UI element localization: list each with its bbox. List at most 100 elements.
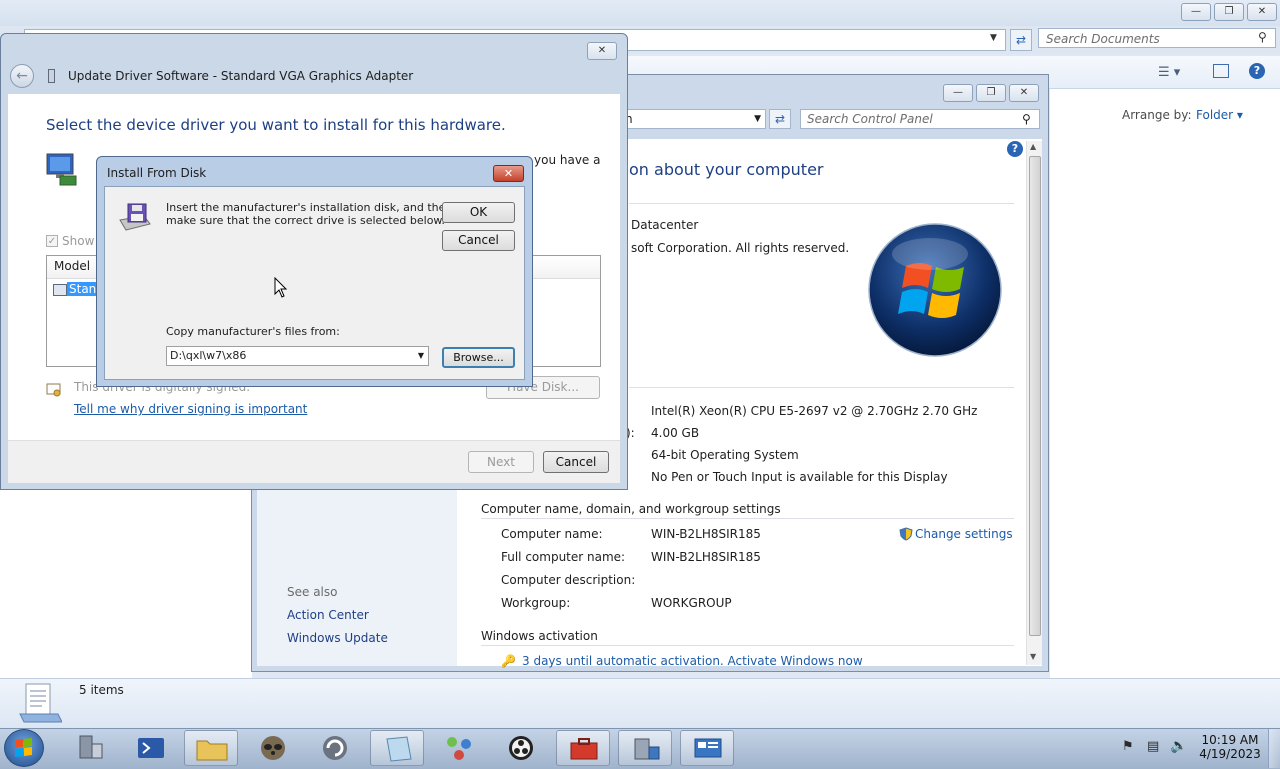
maximize-button[interactable]: ❐	[1214, 3, 1244, 21]
taskbar-system-icon[interactable]	[680, 730, 734, 766]
copy-from-label: Copy manufacturer's files from:	[166, 325, 340, 338]
control-panel-search-icon[interactable]: ⚲	[1022, 112, 1031, 126]
install-message-line1: Insert the manufacturer's installation d…	[166, 201, 453, 214]
computer-description-label: Computer description:	[501, 573, 636, 587]
activate-windows-link[interactable]: 3 days until automatic activation. Activ…	[522, 654, 863, 668]
windows-logo-icon	[868, 222, 1004, 358]
details-bar	[0, 678, 1280, 729]
clock[interactable]: 10:19 AM 4/19/2023	[1198, 733, 1262, 761]
see-also-windows-update[interactable]: Windows Update	[287, 631, 388, 645]
system-close-button[interactable]: ✕	[1009, 84, 1039, 102]
arrange-by-label: Arrange by:	[1122, 108, 1192, 122]
items-count: 5 items	[79, 683, 124, 697]
view-options-icon[interactable]: ☰ ▾	[1158, 65, 1180, 80]
divider	[629, 387, 1014, 388]
system-refresh-icon[interactable]: ⇄	[769, 109, 791, 129]
install-message-line2: make sure that the correct drive is sele…	[166, 214, 445, 227]
volume-icon[interactable]: 🔈	[1170, 738, 1187, 754]
system-maximize-button[interactable]: ❐	[976, 84, 1006, 102]
preview-pane-icon[interactable]	[1213, 64, 1229, 78]
update-driver-title: Update Driver Software - Standard VGA Gr…	[68, 69, 414, 83]
control-panel-search-input[interactable]: Search Control Panel	[800, 109, 1040, 129]
copy-from-dropdown-icon[interactable]: ▼	[418, 347, 424, 365]
search-icon[interactable]: ⚲	[1258, 30, 1267, 44]
full-computer-name-value: WIN-B2LH8SIR185	[651, 550, 761, 564]
minimize-button[interactable]: —	[1181, 3, 1211, 21]
refresh-icon[interactable]: ⇄	[1010, 29, 1032, 51]
arrange-by-dropdown[interactable]: Folder ▾	[1196, 108, 1243, 122]
scrollbar-thumb[interactable]	[1029, 156, 1041, 636]
taskbar-document-icon[interactable]	[370, 730, 424, 766]
model-column-header[interactable]: Model	[54, 259, 90, 273]
computer-name-value: WIN-B2LH8SIR185	[651, 527, 761, 541]
system-help-icon[interactable]: ?	[1007, 141, 1023, 157]
divider	[629, 203, 1014, 204]
workgroup-value: WORKGROUP	[651, 596, 732, 610]
system-address-bar[interactable]: n ▼	[610, 109, 766, 129]
partial-instruction-text: you have a	[534, 153, 601, 167]
computer-name-section-title: Computer name, domain, and workgroup set…	[481, 502, 781, 516]
scroll-up-icon[interactable]: ▲	[1030, 142, 1036, 151]
control-panel-search-placeholder: Search Control Panel	[807, 112, 933, 126]
taskbar-explorer-icon[interactable]	[184, 730, 238, 766]
activation-section-title: Windows activation	[481, 629, 598, 643]
system-scrollbar[interactable]: ▲ ▼	[1026, 141, 1042, 665]
arrange-by-value: Folder	[1196, 108, 1234, 122]
full-computer-name-label: Full computer name:	[501, 550, 626, 564]
scroll-down-icon[interactable]: ▼	[1030, 652, 1036, 661]
back-arrow-icon[interactable]: ←	[10, 64, 34, 88]
clock-time: 10:19 AM	[1201, 733, 1259, 747]
copyright-text: soft Corporation. All rights reserved.	[631, 241, 850, 255]
install-cancel-button[interactable]: Cancel	[442, 230, 515, 251]
ok-button[interactable]: OK	[442, 202, 515, 223]
document-library-icon	[18, 682, 62, 724]
see-also-heading: See also	[287, 585, 338, 599]
system-type-value: 64-bit Operating System	[651, 448, 799, 462]
taskbar-powershell-icon[interactable]	[124, 730, 178, 766]
ram-value: 4.00 GB	[651, 426, 700, 440]
system-address-dropdown-icon[interactable]: ▼	[754, 114, 761, 124]
explorer-search-input[interactable]: Search Documents	[1038, 28, 1276, 48]
help-icon[interactable]: ?	[1249, 63, 1265, 79]
driver-signing-link[interactable]: Tell me why driver signing is important	[74, 402, 307, 416]
windows-edition: Datacenter	[631, 218, 699, 232]
install-from-disk-close-button[interactable]: ✕	[493, 165, 524, 182]
taskbar-obs-icon[interactable]	[494, 730, 548, 766]
signed-driver-icon	[46, 383, 62, 397]
close-button[interactable]: ✕	[1247, 3, 1277, 21]
taskbar-update-icon[interactable]	[308, 730, 362, 766]
address-dropdown-icon[interactable]: ▼	[990, 33, 997, 43]
processor-value: Intel(R) Xeon(R) CPU E5-2697 v2 @ 2.70GH…	[651, 404, 978, 418]
system-minimize-button[interactable]: —	[943, 84, 973, 102]
system-heading: on about your computer	[629, 160, 824, 179]
update-driver-close-button[interactable]: ✕	[587, 42, 617, 60]
device-icon	[48, 69, 55, 83]
network-tray-icon[interactable]: ▤	[1147, 739, 1159, 754]
divider	[481, 518, 1014, 519]
show-desktop-button[interactable]	[1268, 729, 1280, 768]
update-driver-heading: Select the device driver you want to ins…	[46, 116, 506, 134]
floppy-disk-icon	[116, 202, 152, 234]
install-from-disk-title: Install From Disk	[107, 166, 207, 180]
taskbar-toolbox-icon[interactable]	[556, 730, 610, 766]
copy-from-combobox[interactable]: D:\qxl\w7\x86 ▼	[166, 346, 429, 366]
show-compatible-checkbox[interactable]: ✓	[46, 235, 58, 247]
action-center-flag-icon[interactable]: ⚑	[1122, 739, 1134, 754]
see-also-action-center[interactable]: Action Center	[287, 608, 369, 622]
mouse-cursor-icon	[274, 277, 288, 299]
show-compatible-label: Show	[62, 234, 95, 248]
taskbar-server-manager-icon[interactable]	[64, 730, 118, 766]
browse-button[interactable]: Browse...	[442, 347, 515, 368]
taskbar-network-icon[interactable]	[432, 730, 486, 766]
next-button[interactable]: Next	[468, 451, 534, 473]
update-driver-cancel-button[interactable]: Cancel	[543, 451, 609, 473]
copy-from-path: D:\qxl\w7\x86	[170, 349, 247, 362]
explorer-titlebar	[0, 0, 1280, 26]
uac-shield-icon	[899, 527, 913, 541]
taskbar-device-manager-icon[interactable]	[618, 730, 672, 766]
start-button[interactable]	[4, 729, 44, 767]
clock-date: 4/19/2023	[1199, 747, 1261, 761]
explorer-file-pane	[1050, 89, 1280, 679]
taskbar-raccoon-icon[interactable]	[246, 730, 300, 766]
change-settings-link[interactable]: Change settings	[915, 527, 1013, 541]
